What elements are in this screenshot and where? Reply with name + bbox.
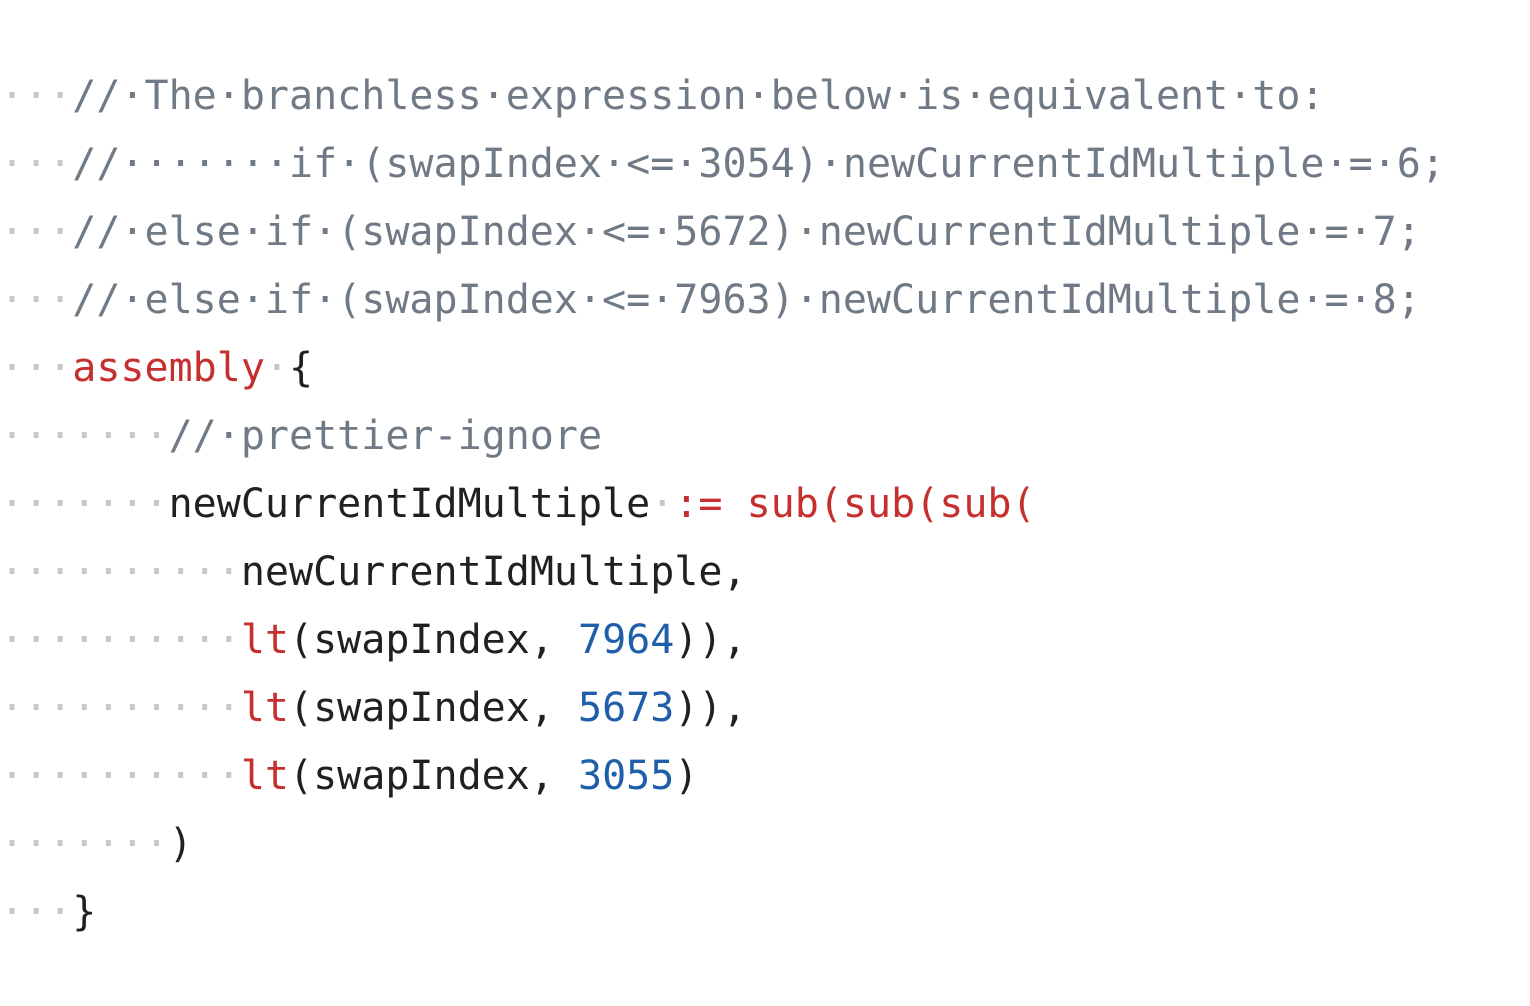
code-block[interactable]: ···//·The·branchless·expression·below·is… bbox=[0, 0, 1530, 1006]
code-line[interactable]: ·······) bbox=[0, 810, 1530, 878]
code-token-punct: ( bbox=[289, 617, 314, 663]
code-line[interactable]: ···//·else·if·(swapIndex·<=·5672)·newCur… bbox=[0, 198, 1530, 266]
code-token-punct: ) bbox=[674, 753, 699, 799]
code-token-op: := bbox=[674, 481, 723, 527]
code-token-func: lt bbox=[240, 753, 289, 799]
code-token-punct: ( bbox=[289, 685, 314, 731]
code-token-punct: ( bbox=[289, 753, 314, 799]
code-line[interactable]: ··········lt(swapIndex, 3055) bbox=[0, 742, 1530, 810]
code-token-plain: newCurrentIdMultiple bbox=[168, 481, 651, 527]
code-token-plain: swapIndex, bbox=[313, 685, 578, 731]
indent-whitespace-dots: ··· bbox=[0, 209, 73, 255]
indent-whitespace-dots: ·········· bbox=[0, 549, 241, 595]
code-token-punct: { bbox=[289, 345, 314, 391]
indent-whitespace-dots: ······· bbox=[0, 481, 169, 527]
code-line[interactable]: ··········lt(swapIndex, 7964)), bbox=[0, 606, 1530, 674]
code-token-keyword: assembly bbox=[72, 345, 265, 391]
code-token-func: sub(sub(sub( bbox=[746, 481, 1036, 527]
code-token-number: 7964 bbox=[578, 617, 675, 663]
code-token-number: 5673 bbox=[578, 685, 675, 731]
indent-whitespace-dots: ··· bbox=[0, 277, 73, 323]
indent-whitespace-dots: ······· bbox=[0, 821, 169, 867]
indent-whitespace-dots: ··· bbox=[0, 889, 73, 935]
code-line[interactable]: ·······//·prettier-ignore bbox=[0, 402, 1530, 470]
indent-whitespace-dots: ·········· bbox=[0, 617, 241, 663]
code-token-comment: //·prettier-ignore bbox=[168, 413, 603, 459]
code-line[interactable]: ··········newCurrentIdMultiple, bbox=[0, 538, 1530, 606]
code-token-punct: )), bbox=[674, 685, 747, 731]
code-line[interactable]: ·······newCurrentIdMultiple·:= sub(sub(s… bbox=[0, 470, 1530, 538]
code-line[interactable]: ···//·······if·(swapIndex·<=·3054)·newCu… bbox=[0, 130, 1530, 198]
code-token-punct: )), bbox=[674, 617, 747, 663]
code-token-ws: · bbox=[650, 481, 675, 527]
indent-whitespace-dots: ··· bbox=[0, 73, 73, 119]
code-token-comment: //·The·branchless·expression·below·is·eq… bbox=[72, 73, 1325, 119]
code-line[interactable]: ···assembly·{ bbox=[0, 334, 1530, 402]
code-line[interactable]: ···} bbox=[0, 878, 1530, 946]
code-line[interactable]: ···//·The·branchless·expression·below·is… bbox=[0, 62, 1530, 130]
code-token-func: lt bbox=[240, 685, 289, 731]
indent-whitespace-dots: ·········· bbox=[0, 685, 241, 731]
code-token-plain: swapIndex, bbox=[313, 753, 578, 799]
indent-whitespace-dots: ·········· bbox=[0, 753, 241, 799]
code-token-comment: //·······if·(swapIndex·<=·3054)·newCurre… bbox=[72, 141, 1445, 187]
indent-whitespace-dots: ··· bbox=[0, 141, 73, 187]
code-line[interactable]: ··········lt(swapIndex, 5673)), bbox=[0, 674, 1530, 742]
code-token-comment: //·else·if·(swapIndex·<=·5672)·newCurren… bbox=[72, 209, 1421, 255]
indent-whitespace-dots: ······· bbox=[0, 413, 169, 459]
code-token-func: lt bbox=[240, 617, 289, 663]
code-token-ws: · bbox=[264, 345, 289, 391]
code-token-plain: swapIndex, bbox=[313, 617, 578, 663]
indent-whitespace-dots: ··· bbox=[0, 345, 73, 391]
code-token-punct: ) bbox=[168, 821, 193, 867]
code-token-number: 3055 bbox=[578, 753, 675, 799]
code-token-punct: } bbox=[72, 889, 97, 935]
code-token-plain: newCurrentIdMultiple, bbox=[240, 549, 747, 595]
code-line[interactable]: ···//·else·if·(swapIndex·<=·7963)·newCur… bbox=[0, 266, 1530, 334]
code-token-comment: //·else·if·(swapIndex·<=·7963)·newCurren… bbox=[72, 277, 1421, 323]
